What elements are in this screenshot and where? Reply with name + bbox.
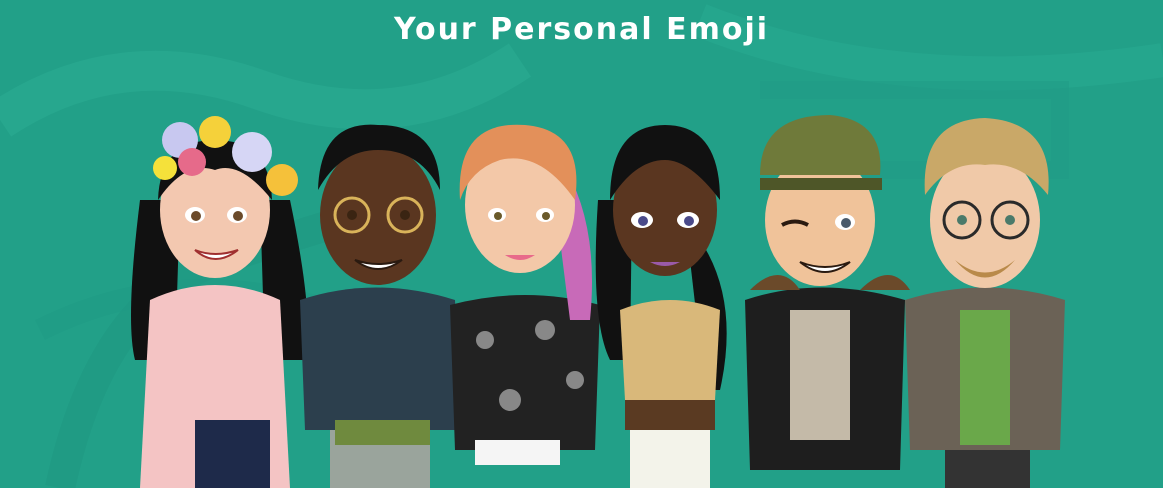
avatar-group [131,115,1065,488]
avatar-flower-crown-girl [131,116,308,488]
avatar-cap-winking-man [745,115,910,470]
avatar-braids-glasses-man [300,124,460,488]
avatar-ginger-girl [450,124,600,465]
avatar-blond-glasses-man [905,118,1065,488]
avatar-braid-girl [595,125,727,488]
